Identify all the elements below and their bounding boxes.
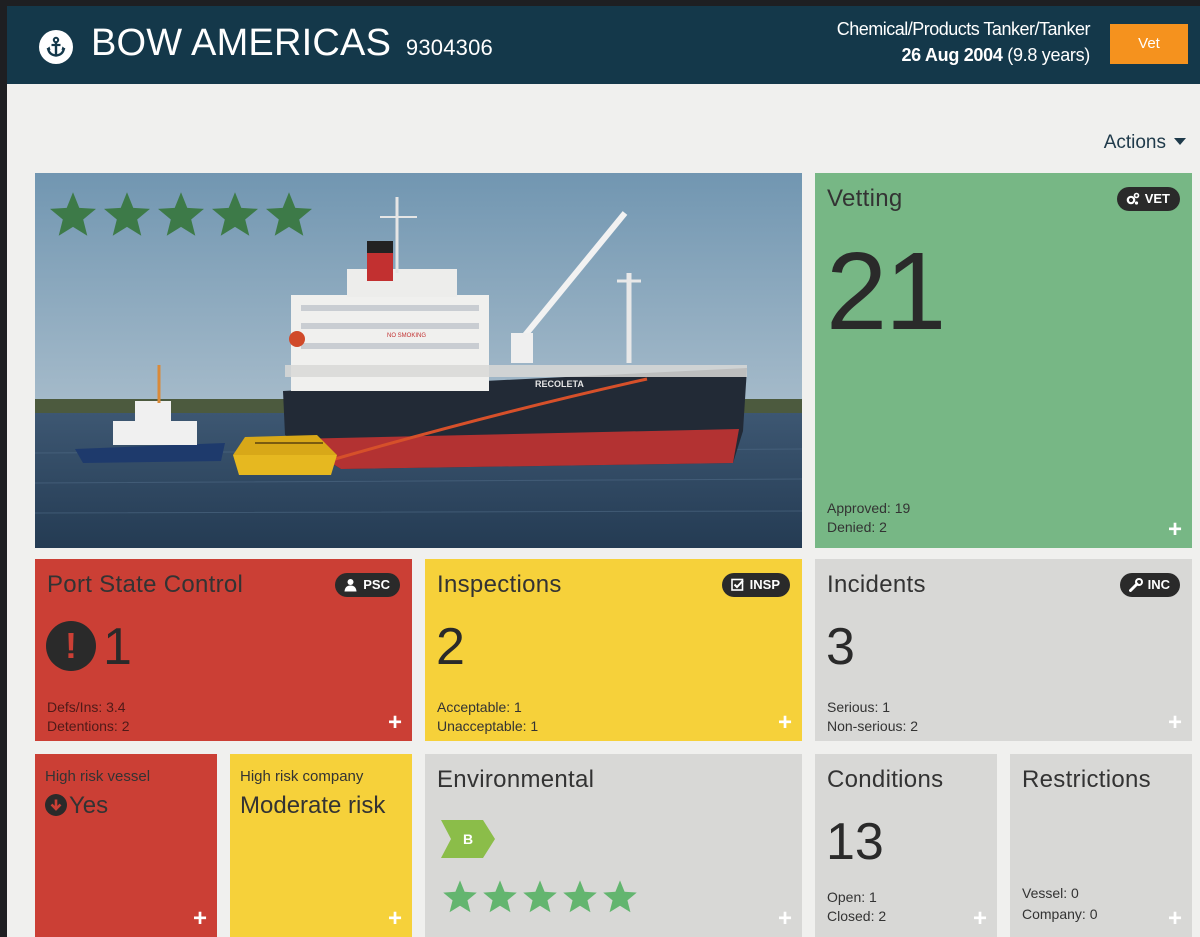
vetting-count: 21: [826, 230, 946, 353]
safety-star-rating: [47, 189, 317, 246]
port-state-control-tile[interactable]: Port State Control PSC ! 1 Defs/Ins: 3.4…: [35, 559, 412, 741]
conditions-plus-icon[interactable]: +: [973, 907, 987, 931]
high-risk-company-tile[interactable]: High risk company Moderate risk +: [230, 754, 412, 937]
restrictions-company: Company: 0: [1022, 906, 1098, 922]
high-risk-company-value: Moderate risk: [240, 792, 386, 819]
inspections-plus-icon[interactable]: +: [778, 711, 792, 735]
inspections-count: 2: [436, 618, 465, 676]
environmental-tile[interactable]: Environmental B +: [425, 754, 802, 937]
psc-badge-label: PSC: [363, 577, 390, 592]
conditions-title: Conditions: [827, 766, 944, 793]
inc-badge[interactable]: INC: [1119, 573, 1180, 597]
wrench-icon: [1128, 578, 1143, 592]
star-icon: [50, 192, 96, 236]
environmental-star-rating: [441, 878, 641, 921]
inspections-tile[interactable]: Inspections INSP 2 Acceptable: 1 Unaccep…: [425, 559, 802, 741]
user-icon: [344, 579, 357, 592]
exclamation-circle-icon: !: [46, 621, 96, 671]
environmental-plus-icon[interactable]: +: [778, 907, 792, 931]
ship-type: Chemical/Products Tanker/Tanker: [836, 19, 1091, 39]
vessel-photo: RECOLETA NO SMOKING: [35, 173, 802, 548]
conditions-open: Open: 1: [827, 889, 877, 905]
restrictions-title: Restrictions: [1022, 766, 1151, 793]
vessel-name: BOW AMERICAS: [91, 22, 392, 64]
vet-button[interactable]: Vet: [1110, 24, 1188, 64]
ship-sign-text: NO SMOKING: [387, 333, 426, 339]
vetting-tile[interactable]: Vetting VET 21 Approved: 19 Denied: 2 +: [815, 173, 1192, 548]
psc-detentions: Detentions: 2: [47, 718, 130, 734]
incidents-tile[interactable]: Incidents INC 3 Serious: 1 Non-serious: …: [815, 559, 1192, 741]
psc-count: 1: [103, 618, 132, 676]
cogs-icon: [1126, 192, 1140, 205]
environmental-grade-badge: B: [441, 820, 495, 863]
star-icon: [212, 192, 258, 236]
vet-badge[interactable]: VET: [1116, 187, 1180, 211]
environmental-grade: B: [462, 831, 474, 847]
actions-label: Actions: [1103, 132, 1166, 153]
high-risk-vessel-value: Yes: [69, 792, 109, 819]
star-icon: [563, 880, 597, 913]
conditions-tile[interactable]: Conditions 13 Open: 1 Closed: 2 +: [815, 754, 997, 937]
environmental-title: Environmental: [437, 766, 595, 793]
build-date: 26 Aug 2004 (9.8 years): [901, 45, 1090, 66]
high-risk-vessel-label: High risk vessel: [45, 768, 151, 785]
build-date-value: 26 Aug 2004: [901, 45, 1003, 65]
conditions-closed: Closed: 2: [827, 908, 887, 924]
vetting-plus-icon[interactable]: +: [1168, 518, 1182, 542]
psc-warning-glyph: !: [65, 625, 77, 666]
star-icon: [158, 192, 204, 236]
check-square-icon: [730, 578, 744, 591]
vetting-denied: Denied: 2: [827, 519, 887, 535]
psc-title: Port State Control: [47, 571, 244, 598]
anchor-icon: [39, 30, 73, 64]
actions-dropdown[interactable]: Actions: [1104, 132, 1186, 154]
caret-down-icon: [1174, 138, 1186, 145]
inspections-title: Inspections: [437, 571, 562, 598]
inc-badge-label: INC: [1147, 577, 1170, 592]
high-risk-vessel-plus-icon[interactable]: +: [193, 907, 207, 931]
high-risk-company-plus-icon[interactable]: +: [388, 907, 402, 931]
incidents-non-serious: Non-serious: 2: [827, 718, 919, 734]
vessel-header: BOW AMERICAS 9304306 Chemical/Products T…: [7, 6, 1200, 84]
star-icon: [483, 880, 517, 913]
high-risk-company-label: High risk company: [240, 768, 364, 785]
restrictions-plus-icon[interactable]: +: [1168, 907, 1182, 931]
insp-badge-label: INSP: [749, 577, 780, 592]
incidents-plus-icon[interactable]: +: [1168, 711, 1182, 735]
restrictions-vessel: Vessel: 0: [1022, 885, 1079, 901]
vessel-imo: 9304306: [405, 35, 493, 60]
star-icon: [266, 192, 312, 236]
vetting-title: Vetting: [827, 185, 903, 212]
psc-defs-per-inspection: Defs/Ins: 3.4: [47, 699, 126, 715]
star-icon: [104, 192, 150, 236]
high-risk-vessel-status: Yes: [45, 792, 108, 820]
arrow-down-circle-icon: [45, 794, 67, 816]
insp-badge[interactable]: INSP: [721, 573, 790, 597]
incidents-title: Incidents: [827, 571, 926, 598]
vessel-age: (9.8 years): [1007, 45, 1090, 65]
vessel-dashboard: BOW AMERICAS 9304306 Chemical/Products T…: [7, 6, 1200, 937]
psc-badge[interactable]: PSC: [335, 573, 400, 597]
star-icon: [523, 880, 557, 913]
star-icon: [443, 880, 477, 913]
ship-hull-name: RECOLETA: [535, 379, 584, 389]
inspections-unacceptable: Unacceptable: 1: [437, 718, 539, 734]
vet-badge-label: VET: [1144, 191, 1170, 206]
conditions-count: 13: [826, 813, 884, 871]
vessel-title: BOW AMERICAS 9304306: [91, 18, 493, 73]
incidents-count: 3: [826, 618, 855, 676]
vetting-approved: Approved: 19: [827, 500, 911, 516]
psc-plus-icon[interactable]: +: [388, 711, 402, 735]
high-risk-vessel-tile[interactable]: High risk vessel Yes +: [35, 754, 217, 937]
inspections-acceptable: Acceptable: 1: [437, 699, 522, 715]
star-icon: [603, 880, 637, 913]
restrictions-tile[interactable]: Restrictions Vessel: 0 Company: 0 +: [1010, 754, 1192, 937]
incidents-serious: Serious: 1: [827, 699, 891, 715]
